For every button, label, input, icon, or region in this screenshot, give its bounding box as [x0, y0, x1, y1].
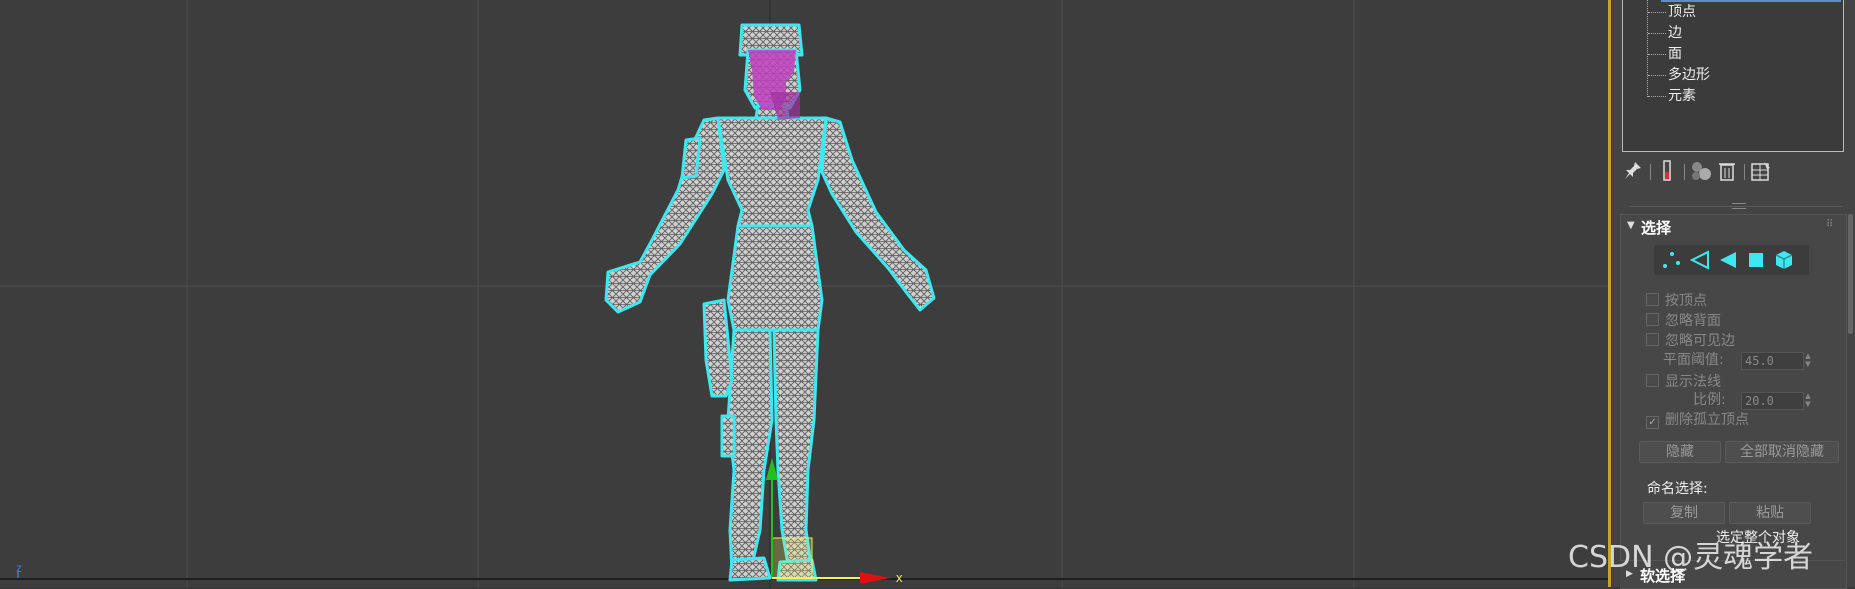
- unhide-all-button[interactable]: 全部取消隐藏: [1725, 441, 1839, 463]
- show-end-result-icon[interactable]: [1656, 160, 1678, 182]
- ignore-backfacing-checkbox[interactable]: [1646, 313, 1659, 326]
- show-normals-option[interactable]: 显示法线: [1646, 373, 1721, 391]
- normal-scale-field[interactable]: 20.0: [1741, 392, 1804, 410]
- modifier-stack-toolbar: [1620, 158, 1850, 186]
- modifier-stack[interactable]: 顶点 边 面 多边形 元素: [1622, 0, 1844, 152]
- gizmo-plane-xz: [771, 537, 813, 579]
- by-vertex-option[interactable]: 按顶点: [1646, 292, 1707, 310]
- planar-threshold-arrows[interactable]: ▲ ▼: [1804, 352, 1812, 368]
- planar-threshold-field[interactable]: 45.0: [1741, 352, 1804, 370]
- gizmo-x-label: x: [896, 570, 903, 585]
- stack-item-vertex[interactable]: 顶点: [1668, 2, 1696, 22]
- face-icon[interactable]: [1716, 248, 1740, 272]
- view-axis-tripod: z: [16, 561, 22, 578]
- configure-modifier-sets-icon[interactable]: [1750, 160, 1772, 182]
- viewport-canvas[interactable]: x z: [0, 0, 1610, 587]
- stack-item-face[interactable]: 面: [1668, 44, 1682, 64]
- front-viewport[interactable]: x z: [0, 0, 1610, 587]
- stack-item-edge[interactable]: 边: [1668, 23, 1682, 43]
- planar-threshold-spinner: 平面阈值: 45.0 ▲ ▼: [1663, 352, 1812, 370]
- panel-divider-grip[interactable]: [1732, 203, 1746, 209]
- holster: [702, 298, 734, 398]
- delete-isolated-vertices-checkbox[interactable]: ✓: [1646, 416, 1659, 429]
- gizmo-x-arrow: [860, 572, 890, 584]
- stack-tree-line: [1647, 0, 1649, 97]
- show-normals-checkbox[interactable]: [1646, 374, 1659, 387]
- rollout-handle-icon[interactable]: ⠿: [1826, 219, 1833, 230]
- hips: [726, 224, 824, 332]
- left-boot: [728, 556, 772, 582]
- torso: [716, 116, 828, 228]
- active-viewport-border: [1608, 0, 1611, 587]
- stack-item-polygon[interactable]: 多边形: [1668, 65, 1710, 85]
- make-unique-icon[interactable]: [1690, 160, 1712, 182]
- named-selection-label: 命名选择:: [1647, 481, 1708, 497]
- paste-button[interactable]: 粘贴: [1729, 502, 1811, 524]
- normal-scale-spinner: 比例: 20.0 ▲ ▼: [1693, 392, 1812, 410]
- polygon-icon[interactable]: [1744, 248, 1768, 272]
- by-vertex-checkbox[interactable]: [1646, 293, 1659, 306]
- right-arm: [820, 116, 936, 312]
- knee-pad: [720, 414, 736, 458]
- subobject-level-bar: [1654, 245, 1809, 275]
- vertex-icon[interactable]: [1660, 248, 1684, 272]
- selection-rollout-title[interactable]: 选择: [1641, 217, 1671, 238]
- ignore-backfacing-option[interactable]: 忽略背面: [1646, 312, 1721, 330]
- remove-modifier-icon[interactable]: [1716, 160, 1738, 182]
- ignore-visible-edges-option[interactable]: 忽略可见边: [1646, 332, 1735, 350]
- shoulder-strap: [680, 136, 702, 180]
- normal-scale-arrows[interactable]: ▲ ▼: [1804, 392, 1812, 408]
- panel-scrollbar[interactable]: [1848, 214, 1853, 334]
- collapse-arrow-icon[interactable]: ▼: [1627, 220, 1635, 231]
- edge-icon[interactable]: [1688, 248, 1712, 272]
- copy-button[interactable]: 复制: [1643, 502, 1725, 524]
- ignore-visible-edges-checkbox[interactable]: [1646, 333, 1659, 346]
- hide-button[interactable]: 隐藏: [1639, 441, 1721, 463]
- stack-item-element[interactable]: 元素: [1668, 86, 1696, 106]
- pin-icon[interactable]: [1622, 160, 1644, 182]
- delete-isolated-vertices-option[interactable]: ✓ 删除孤立顶点: [1646, 411, 1749, 429]
- view-axis-z-label: z: [16, 561, 22, 575]
- left-arm: [604, 116, 726, 314]
- element-icon[interactable]: [1772, 248, 1796, 272]
- watermark-text: CSDN @灵魂学者: [1568, 540, 1814, 575]
- command-panel: 顶点 边 面 多边形 元素 ▼ 选择 ⠿ 按顶点 忽略背面 忽略可见边 平面阈值…: [1612, 0, 1855, 589]
